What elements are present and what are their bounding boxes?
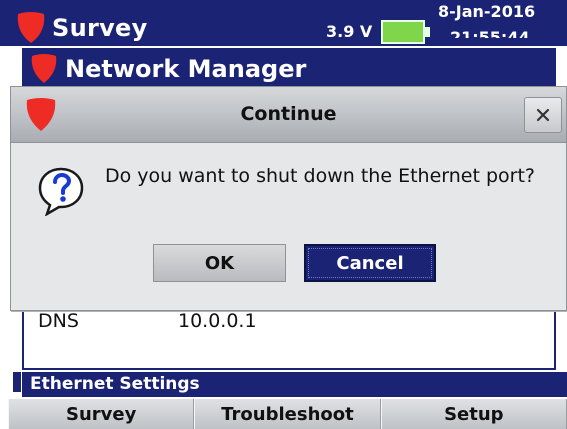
ok-button[interactable]: OK [153, 244, 286, 282]
close-icon [536, 108, 550, 122]
window-edge [13, 372, 21, 392]
section-label: Ethernet Settings [30, 374, 200, 394]
dialog-titlebar: Continue [11, 87, 566, 143]
dialog-title: Continue [240, 103, 337, 125]
status-date: 8-Jan-2016 [438, 2, 536, 21]
tab-troubleshoot[interactable]: Troubleshoot [194, 399, 381, 429]
network-manager-titlebar: Network Manager [22, 48, 556, 88]
shield-logo-icon [17, 12, 45, 43]
question-icon [38, 167, 84, 216]
close-button[interactable] [524, 97, 562, 133]
tab-survey[interactable]: Survey [8, 399, 195, 429]
battery-voltage: 3.9 V [326, 22, 373, 41]
window-title: Network Manager [65, 55, 307, 83]
shield-logo-icon [31, 54, 57, 83]
tab-setup[interactable]: Setup [380, 399, 567, 429]
battery-icon [381, 20, 425, 44]
dns-label: DNS [38, 310, 79, 332]
battery-tip [425, 27, 430, 37]
continue-dialog: Continue Do you want to shut down the Et… [10, 86, 567, 311]
ethernet-settings-bar: Ethernet Settings [22, 372, 567, 397]
status-bar: Survey 3.9 V 8-Jan-2016 21:55:44 [0, 0, 567, 46]
app-title: Survey [52, 14, 148, 42]
bottom-tab-bar: Survey Troubleshoot Setup [8, 399, 567, 429]
dialog-message: Do you want to shut down the Ethernet po… [105, 165, 535, 187]
cancel-button[interactable]: Cancel [304, 244, 436, 282]
status-time: 21:55:44 [450, 28, 530, 38]
dns-value: 10.0.0.1 [178, 310, 257, 332]
